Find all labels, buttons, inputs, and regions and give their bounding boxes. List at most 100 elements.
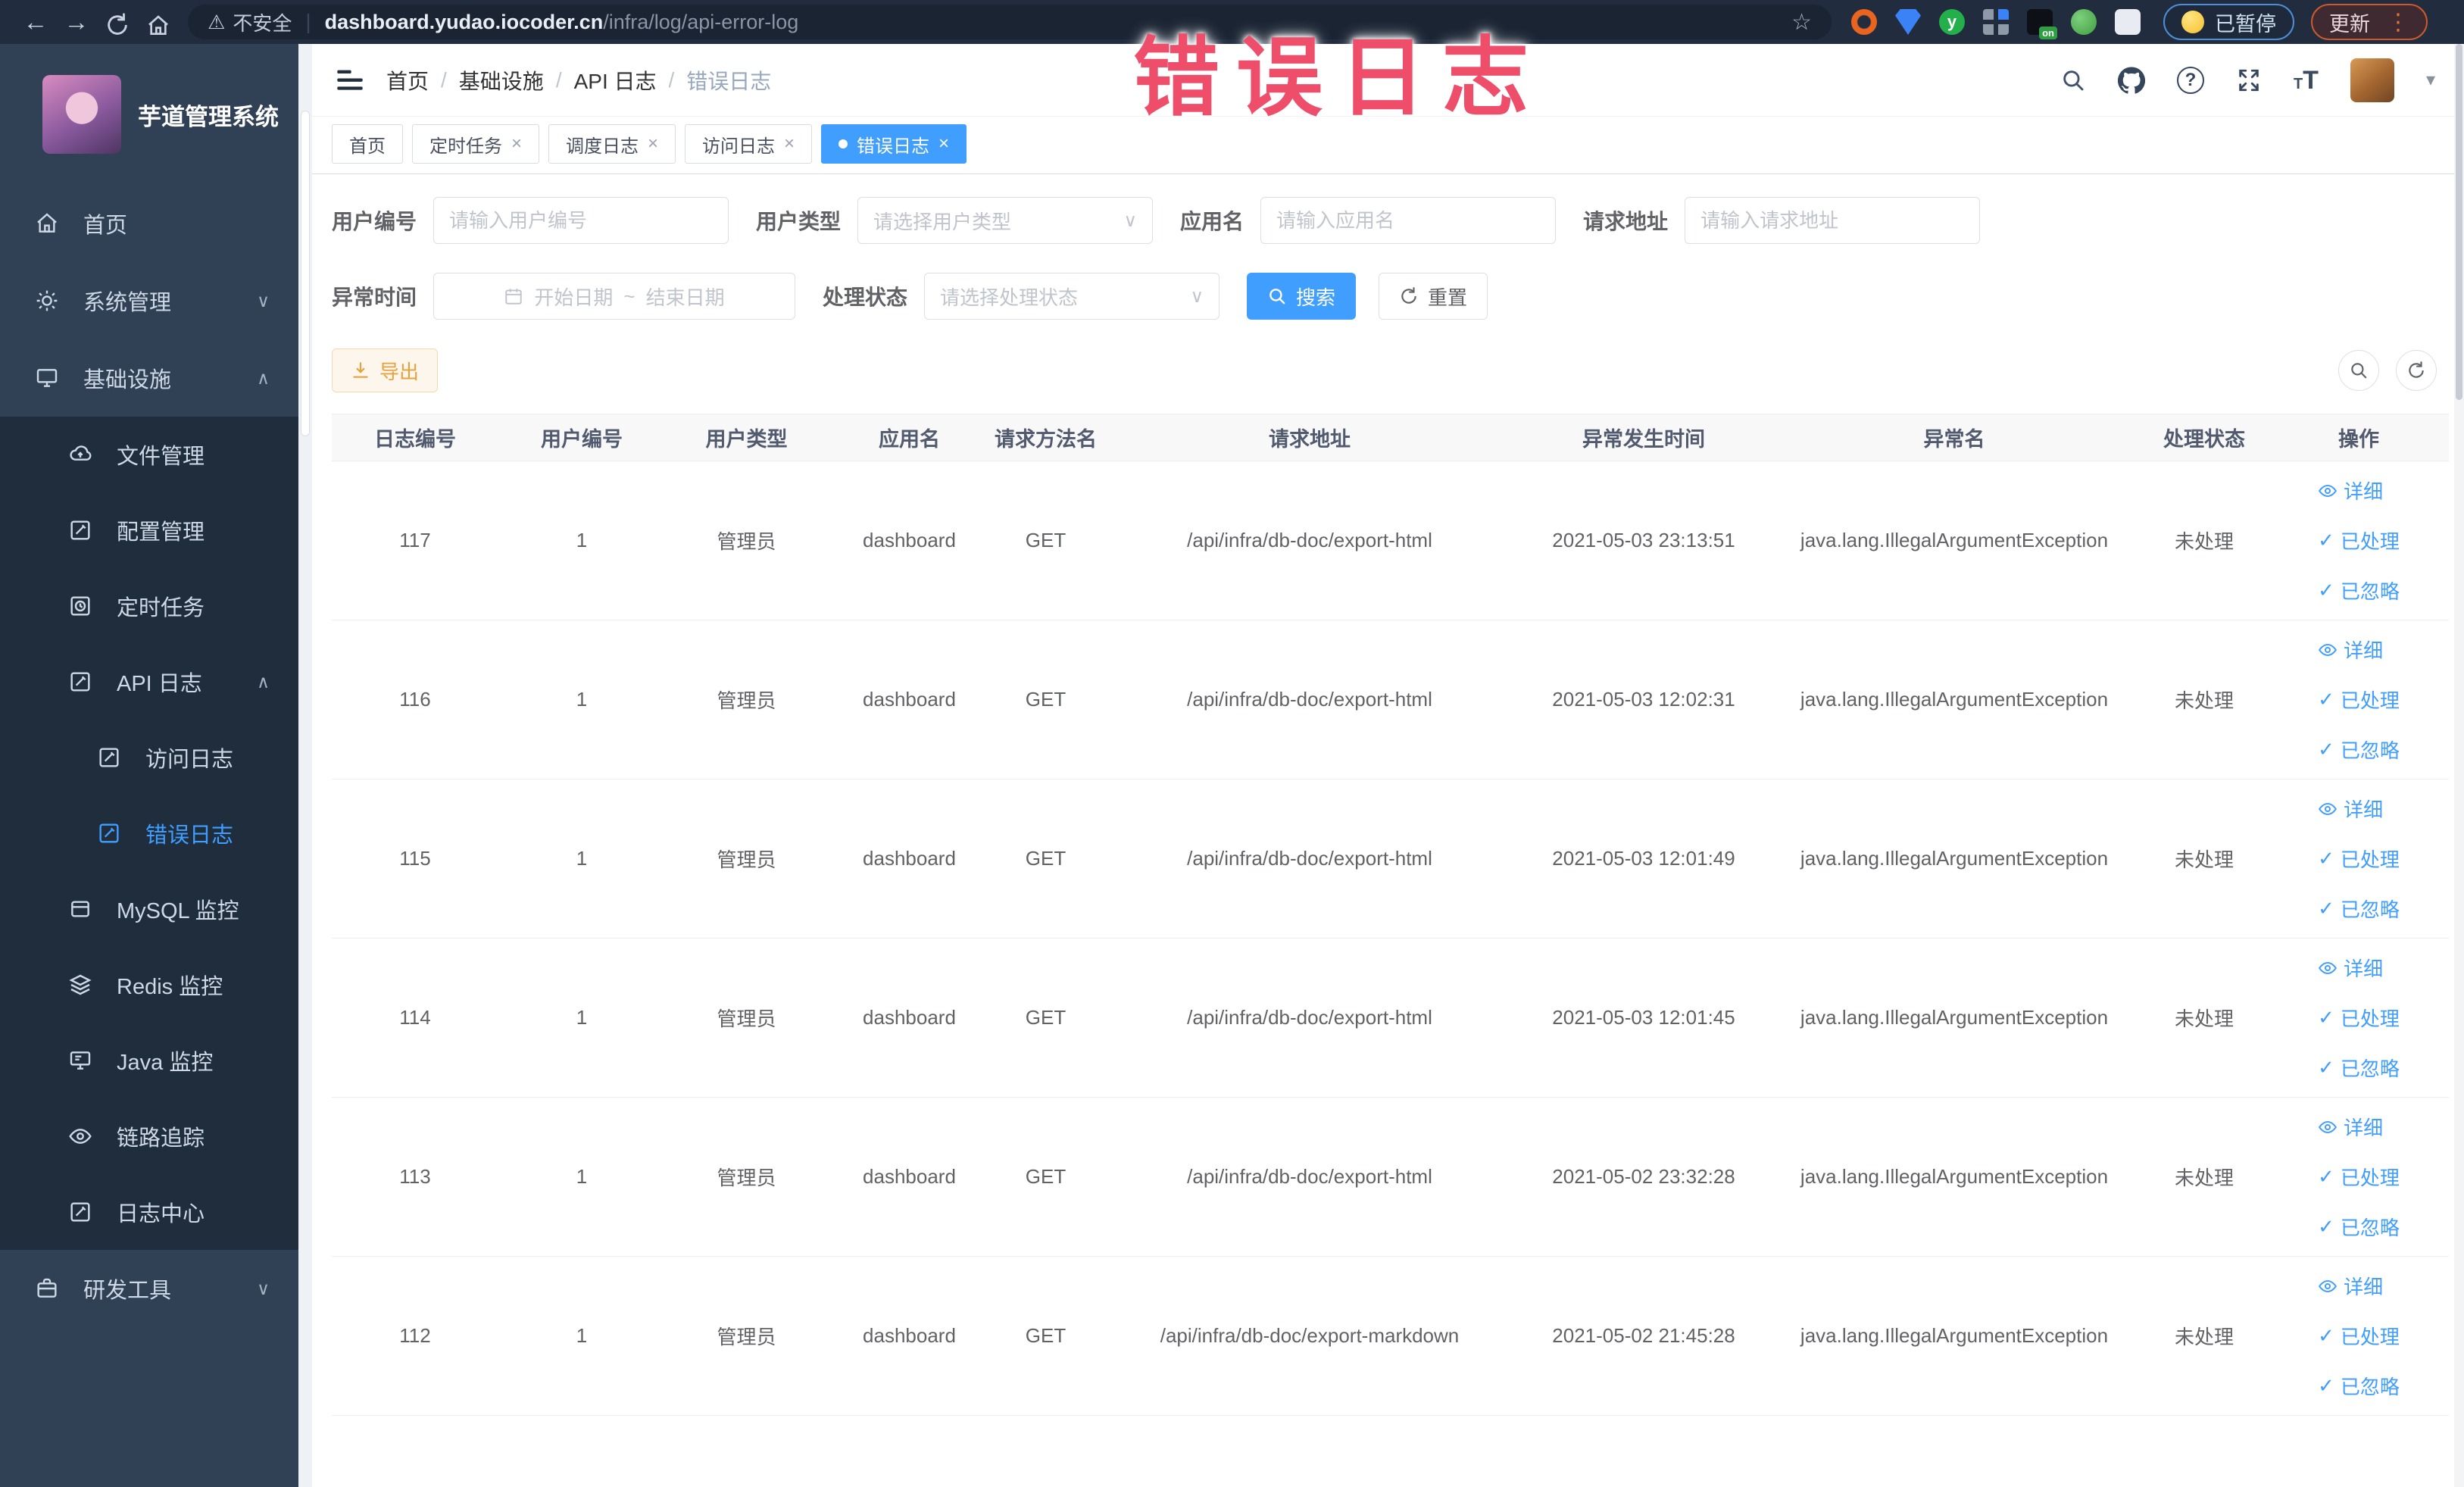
sidebar-item-home[interactable]: 首页 <box>0 185 298 262</box>
bookmark-star-icon[interactable]: ☆ <box>1791 9 1812 36</box>
close-icon[interactable]: × <box>648 133 658 155</box>
extension-toggle-icon[interactable]: on <box>2027 9 2057 39</box>
sidebar-item-log-center[interactable]: 日志中心 <box>0 1174 298 1250</box>
sidebar-item-dev-tools[interactable]: 研发工具 ∨ <box>0 1250 298 1327</box>
cell-time: 2021-05-03 23:13:51 <box>1519 461 1769 620</box>
detail-link[interactable]: 详细 <box>2318 466 2400 516</box>
page-scrollbar-thumb[interactable] <box>2456 44 2462 400</box>
cell-actions: 详细 ✓ 已处理 ✓ 已忽略 <box>2269 461 2449 620</box>
sidebar-item-java-monitor[interactable]: Java 监控 <box>0 1023 298 1098</box>
user-type-select[interactable]: 请选择用户类型 ∨ <box>857 197 1154 244</box>
breadcrumb-home[interactable]: 首页 <box>386 65 429 95</box>
search-icon[interactable] <box>2060 67 2086 93</box>
tab-error-log[interactable]: 错误日志 × <box>821 124 967 164</box>
ignored-link[interactable]: ✓ 已忽略 <box>2318 884 2400 934</box>
exception-time-range-picker[interactable]: 开始日期 ~ 结束日期 <box>433 273 796 320</box>
tab-schedule-log[interactable]: 调度日志 × <box>548 124 676 164</box>
close-icon[interactable]: × <box>938 133 949 155</box>
column-header: 请求方法名 <box>991 414 1101 461</box>
processed-link[interactable]: ✓ 已处理 <box>2318 1311 2400 1361</box>
close-icon[interactable]: × <box>511 133 522 155</box>
browser-reload-icon[interactable] <box>97 6 138 38</box>
security-warning[interactable]: ⚠ 不安全 <box>208 8 292 36</box>
user-id-input[interactable] <box>433 197 729 244</box>
ignored-link[interactable]: ✓ 已忽略 <box>2318 1202 2400 1252</box>
processed-link[interactable]: ✓ 已处理 <box>2318 1152 2400 1202</box>
ignored-link[interactable]: ✓ 已忽略 <box>2318 1043 2400 1093</box>
sidebar-item-access-log[interactable]: 访问日志 <box>0 720 298 795</box>
browser-menu-icon[interactable]: ⋮ <box>2387 9 2409 36</box>
processed-link[interactable]: ✓ 已处理 <box>2318 993 2400 1043</box>
table-row: 114 1 管理员 dashboard GET/api/infra/db-doc/exp… <box>332 938 2449 1098</box>
breadcrumb-api-log[interactable]: API 日志 <box>574 65 657 95</box>
caret-down-icon[interactable]: ▾ <box>2426 69 2435 91</box>
browser-back-icon[interactable]: ← <box>15 8 56 36</box>
sidebar-item-system[interactable]: 系统管理 ∨ <box>0 262 298 339</box>
detail-link[interactable]: 详细 <box>2318 1261 2400 1311</box>
show-search-toggle-button[interactable] <box>2338 350 2379 391</box>
filter-row-1: 用户编号 用户类型 请选择用户类型 ∨ 应用名 请求地址 <box>332 197 2449 244</box>
request-url-input[interactable] <box>1685 197 1981 244</box>
end-date-placeholder: 结束日期 <box>645 286 725 309</box>
browser-home-icon[interactable] <box>138 6 179 38</box>
sidebar-fold-icon[interactable] <box>335 67 365 93</box>
app-name-input[interactable] <box>1260 197 1557 244</box>
tab-home[interactable]: 首页 <box>332 124 403 164</box>
export-button[interactable]: 导出 <box>332 348 439 392</box>
close-icon[interactable]: × <box>784 133 795 155</box>
tab-scheduled-jobs[interactable]: 定时任务 × <box>412 124 540 164</box>
refresh-table-button[interactable] <box>2396 350 2437 391</box>
processed-link[interactable]: ✓ 已处理 <box>2318 834 2400 884</box>
sidebar-scrollbar-thumb[interactable] <box>301 111 310 436</box>
help-icon[interactable]: ? <box>2176 66 2204 94</box>
sidebar-item-mysql-monitor[interactable]: MySQL 监控 <box>0 871 298 947</box>
address-bar[interactable]: ⚠ 不安全 | dashboard.yudao.iocoder.cn/infra… <box>188 5 1832 39</box>
reset-button[interactable]: 重置 <box>1379 273 1488 320</box>
sidebar-item-config-management[interactable]: 配置管理 <box>0 492 298 568</box>
infrastructure-submenu: 文件管理 配置管理 定时任务 API 日志 ∧ 访问日志 错误日志 MySQL … <box>0 417 298 1250</box>
tab-access-log[interactable]: 访问日志 × <box>685 124 813 164</box>
ignored-link[interactable]: ✓ 已忽略 <box>2318 566 2400 616</box>
fullscreen-icon[interactable] <box>2236 67 2262 93</box>
sidebar: 芋道管理系统 首页 系统管理 ∨ 基础设施 ∧ 文件管理 配置管理 定时任务 A… <box>0 44 298 1487</box>
eye-icon <box>2319 961 2338 974</box>
detail-link[interactable]: 详细 <box>2318 1102 2400 1152</box>
cell-time: 2021-05-03 12:02:31 <box>1519 620 1769 779</box>
breadcrumb-infrastructure[interactable]: 基础设施 <box>459 65 544 95</box>
sidebar-item-scheduled-jobs[interactable]: 定时任务 <box>0 568 298 644</box>
sidebar-item-infrastructure[interactable]: 基础设施 ∧ <box>0 339 298 417</box>
font-size-icon[interactable]: TT <box>2294 67 2319 93</box>
extension-shield-icon[interactable] <box>1895 9 1921 35</box>
sidebar-item-tracing[interactable]: 链路追踪 <box>0 1098 298 1174</box>
detail-link[interactable]: 详细 <box>2318 784 2400 834</box>
search-button[interactable]: 搜索 <box>1247 273 1357 320</box>
extension-grid-icon[interactable] <box>1983 9 2009 35</box>
processed-link[interactable]: ✓ 已处理 <box>2318 516 2400 566</box>
extension-orange-icon[interactable] <box>1851 9 1877 35</box>
sidebar-item-api-log[interactable]: API 日志 ∧ <box>0 644 298 720</box>
page-scrollbar[interactable] <box>2454 44 2464 1487</box>
url-path: /infra/log/api-error-log <box>603 10 799 33</box>
browser-forward-icon[interactable]: → <box>56 8 97 36</box>
processed-link[interactable]: ✓ 已处理 <box>2318 675 2400 725</box>
extension-leaf-icon[interactable] <box>2071 9 2097 35</box>
profile-paused-button[interactable]: 已暂停 <box>2163 4 2294 40</box>
ignored-link[interactable]: ✓ 已忽略 <box>2318 1361 2400 1411</box>
sidebar-item-error-log[interactable]: 错误日志 <box>0 795 298 871</box>
cell-user_type: 管理员 <box>665 1256 828 1416</box>
extension-green-icon[interactable]: y <box>1939 9 1965 35</box>
detail-link[interactable]: 详细 <box>2318 943 2400 993</box>
sidebar-item-redis-monitor[interactable]: Redis 监控 <box>0 947 298 1023</box>
user-avatar[interactable] <box>2350 58 2394 102</box>
github-icon[interactable] <box>2117 66 2145 94</box>
detail-link[interactable]: 详细 <box>2318 625 2400 675</box>
sidebar-scrollbar[interactable] <box>298 44 312 1487</box>
extensions-puzzle-icon[interactable] <box>2115 9 2141 35</box>
check-icon: ✓ <box>2318 1374 2334 1397</box>
browser-update-button[interactable]: 更新 ⋮ <box>2311 4 2428 40</box>
url-text[interactable]: dashboard.yudao.iocoder.cn/infra/log/api… <box>325 11 799 34</box>
app-logo[interactable]: 芋道管理系统 <box>0 44 298 185</box>
sidebar-item-file-management[interactable]: 文件管理 <box>0 417 298 492</box>
process-status-select[interactable]: 请选择处理状态 ∨ <box>924 273 1220 320</box>
ignored-link[interactable]: ✓ 已忽略 <box>2318 725 2400 775</box>
